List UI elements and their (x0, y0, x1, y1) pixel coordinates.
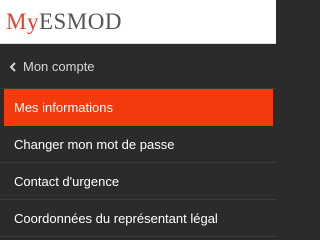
back-to-account-link[interactable]: Mon compte (0, 45, 276, 89)
menu-item-representant-legal[interactable]: Coordonnées du représentant légal (0, 200, 276, 237)
logo-brand: ESMOD (38, 9, 122, 34)
app-root: MyESMOD Mon compte Mes informations Chan… (0, 0, 276, 239)
header: MyESMOD (0, 0, 276, 44)
account-menu: Mon compte Mes informations Changer mon … (0, 45, 276, 239)
menu-item-label: Contact d'urgence (14, 173, 120, 189)
menu-item-mes-informations[interactable]: Mes informations (4, 89, 273, 126)
menu-item-label: Changer mon mot de passe (14, 136, 175, 152)
menu-item-label: Coordonnées du représentant légal (14, 210, 218, 226)
logo[interactable]: MyESMOD (6, 10, 122, 33)
chevron-left-icon (9, 61, 21, 72)
menu-item-label: Mes informations (14, 99, 113, 115)
menu-item-changer-mot-de-passe[interactable]: Changer mon mot de passe (0, 126, 276, 163)
logo-my: My (6, 9, 39, 34)
menu-item-contact-urgence[interactable]: Contact d'urgence (0, 163, 276, 200)
back-label: Mon compte (23, 59, 95, 74)
